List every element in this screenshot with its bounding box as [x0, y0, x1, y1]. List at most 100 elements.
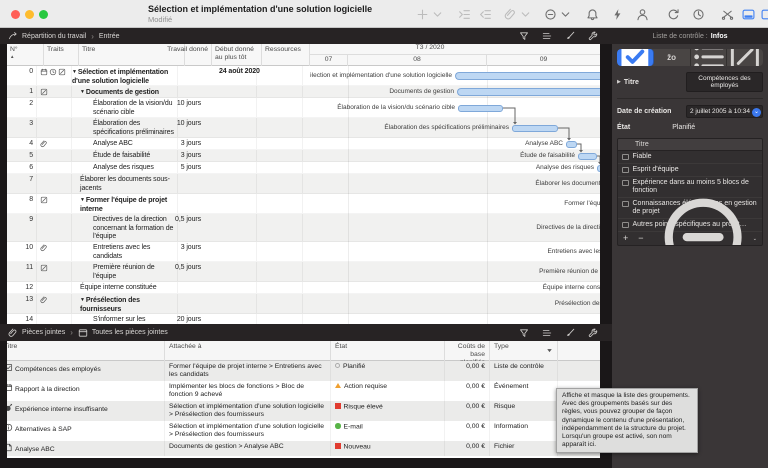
checkbox[interactable] — [622, 222, 629, 229]
task-work-value — [178, 294, 205, 313]
brush-icon[interactable] — [565, 31, 575, 41]
checkbox-check-icon — [617, 49, 653, 66]
tab-note[interactable] — [727, 49, 763, 66]
task-start-value — [205, 162, 257, 173]
customize-icon[interactable] — [721, 8, 734, 21]
disclosure-triangle-icon[interactable]: ▼ — [80, 297, 85, 303]
task-title-text: Former l'équipe de projet interne — [80, 197, 167, 213]
attachment-row[interactable]: Expérience interne insuffisanteSélection… — [0, 401, 600, 421]
tab-outline[interactable] — [691, 49, 728, 66]
column-header-work[interactable]: Travail donné — [185, 44, 212, 66]
add-item-button[interactable]: + — [623, 234, 628, 243]
column-header-num[interactable]: N° ▲ — [7, 44, 44, 66]
task-resources-value — [257, 242, 303, 261]
group-list-icon[interactable] — [542, 31, 552, 41]
funnel-icon[interactable] — [519, 31, 529, 41]
close-window-button[interactable] — [11, 10, 20, 19]
remove-item-button[interactable]: − — [638, 234, 643, 243]
attachments-table-header: TitreAttachée àÉtatCoûts de base planifi… — [0, 341, 600, 361]
wrench-icon[interactable] — [588, 31, 598, 41]
note-icon — [40, 264, 48, 272]
column-filter-icon[interactable] — [545, 346, 554, 355]
task-resources-value — [257, 98, 303, 117]
tab-checklist[interactable] — [617, 49, 654, 66]
add-icon[interactable] — [416, 8, 429, 21]
breadcrumb-separator: › — [91, 32, 94, 41]
indent-icon[interactable] — [458, 8, 471, 21]
inspector-tabs: z̄o — [617, 49, 763, 66]
view-breadcrumb-bar: Répartition du travail › Entrée — [0, 28, 612, 44]
breadcrumb-view[interactable]: Répartition du travail — [22, 33, 86, 40]
task-title-text: Sélection et implémentation d'une soluti… — [72, 69, 168, 85]
column-header-traits[interactable]: Traits — [44, 44, 79, 66]
disclosure-triangle-icon[interactable]: ▼ — [80, 197, 85, 203]
status-tri-icon — [335, 383, 341, 388]
attachment-type: Risque — [490, 401, 558, 421]
checklist-item[interactable]: Fiable — [618, 151, 762, 164]
attachment-column-header-3[interactable]: État — [331, 341, 445, 361]
breadcrumb-separator: › — [70, 328, 73, 337]
attachment-column-header-1[interactable]: Titre — [0, 341, 165, 361]
disclosure-triangle-icon[interactable]: ▼ — [72, 69, 77, 75]
title-field[interactable]: Compétences des employés — [686, 72, 763, 92]
disclosure-triangle-icon[interactable]: ▶ — [617, 79, 621, 85]
attachment-row[interactable]: Alternatives à SAPSélection et implément… — [0, 421, 600, 441]
minimize-window-button[interactable] — [25, 10, 34, 19]
timeline-month-label: 09 — [487, 55, 600, 66]
panel-right-icon[interactable] — [761, 8, 768, 21]
task-start-value — [205, 138, 257, 149]
attachment-row[interactable]: Compétences des employésFormer l'équipe … — [0, 361, 600, 381]
outdent-icon[interactable] — [479, 8, 492, 21]
caret-down-icon[interactable] — [519, 8, 532, 21]
wrench-icon[interactable] — [588, 328, 598, 338]
status-circle-icon[interactable] — [544, 8, 557, 21]
attachment-title: Rapport à la direction — [0, 381, 165, 401]
task-title: Étude de faisabilité — [72, 150, 178, 161]
attachment-column-header-2[interactable]: Attachée à — [165, 341, 331, 361]
progress-icon[interactable] — [692, 8, 705, 21]
checkbox[interactable] — [622, 201, 629, 208]
sync-icon[interactable] — [667, 8, 680, 21]
attachment-column-header-4[interactable]: Coûts de base planifiés — [445, 341, 490, 361]
checklist-item[interactable]: Esprit d'équipe — [618, 164, 762, 177]
caret-down-icon[interactable] — [559, 8, 572, 21]
item-status-dropdown[interactable]: ⌄ — [654, 188, 757, 246]
task-title: Directives de la direction concernant la… — [72, 214, 178, 241]
creation-date-dropdown[interactable]: 2 juillet 2005 à 10:34⌄ — [686, 105, 763, 118]
calendar-icon — [40, 68, 48, 76]
person-icon[interactable] — [636, 8, 649, 21]
attachment-row[interactable]: Analyse ABCDocuments de gestion > Analys… — [0, 441, 600, 456]
checkbox[interactable] — [622, 154, 629, 161]
attachment-row[interactable]: Rapport à la directionImplémenter les bl… — [0, 381, 600, 401]
breadcrumb-all-attachments[interactable]: Toutes les pièces jointes — [92, 329, 168, 336]
violation-icon[interactable] — [611, 8, 624, 21]
checkbox[interactable] — [622, 180, 629, 187]
timeline-month-label: 07 — [310, 55, 348, 66]
task-title-text: Étude de faisabilité — [93, 152, 150, 159]
bell-icon[interactable] — [586, 8, 599, 21]
task-resources-value — [257, 262, 303, 281]
breadcrumb-entry[interactable]: Entrée — [99, 33, 120, 40]
column-header-resources[interactable]: Ressources — [262, 44, 310, 66]
attachment-column-header-5[interactable]: Type — [490, 341, 558, 361]
disclosure-triangle-icon[interactable]: ▼ — [80, 89, 85, 95]
gantt-timeline-header[interactable]: T3 / 2020 07 08 09 — [310, 44, 600, 66]
inspector-context-label: Liste de contrôle : — [653, 33, 708, 40]
brush-icon[interactable] — [565, 328, 575, 338]
checkbox[interactable] — [622, 167, 629, 174]
panel-bottom-icon[interactable] — [742, 8, 755, 21]
group-list-icon[interactable] — [542, 328, 552, 338]
divider — [617, 98, 763, 99]
tab-sort[interactable]: z̄o — [654, 49, 691, 66]
task-start-value — [205, 214, 257, 241]
attachment-cost: 0,00 € — [445, 421, 490, 441]
breadcrumb-attachments[interactable]: Pièces jointes — [22, 329, 65, 336]
task-traits — [37, 66, 72, 85]
paperclip-icon[interactable] — [504, 8, 517, 21]
chevron-down-icon[interactable]: ⌄ — [752, 108, 761, 117]
zoom-window-button[interactable] — [39, 10, 48, 19]
attachment-cost: 0,00 € — [445, 441, 490, 456]
funnel-icon[interactable] — [519, 328, 529, 338]
caret-down-icon[interactable] — [431, 8, 444, 21]
column-header-start[interactable]: Début donné au plus tôt — [212, 44, 262, 66]
